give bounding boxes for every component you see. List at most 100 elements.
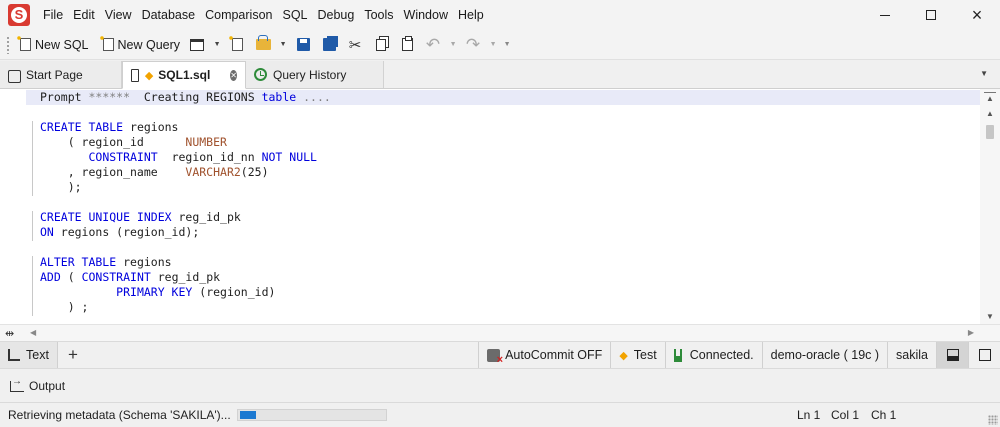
scroll-right-icon[interactable]: ▶ bbox=[968, 328, 974, 337]
schema-label: sakila bbox=[896, 348, 928, 362]
undo-dropdown[interactable]: ▼ bbox=[446, 33, 460, 57]
connection-status[interactable]: Connected. bbox=[664, 342, 762, 368]
code-token: reg_id_pk bbox=[171, 210, 241, 224]
close-tab-icon[interactable]: ✕ bbox=[230, 69, 237, 81]
code-line[interactable]: PRIMARY KEY (region_id) bbox=[40, 285, 331, 300]
code-token: table bbox=[261, 90, 297, 104]
code-token: NOT NULL bbox=[261, 150, 317, 164]
code-token: regions (region_id); bbox=[53, 225, 200, 239]
text-view-tab[interactable]: Text bbox=[0, 342, 58, 368]
menu-item-window[interactable]: Window bbox=[399, 0, 453, 30]
close-button[interactable]: × bbox=[954, 0, 1000, 30]
autocommit-label: AutoCommit OFF bbox=[505, 348, 603, 362]
code-line[interactable]: ON regions (region_id); bbox=[40, 225, 331, 240]
new-sql-icon bbox=[16, 35, 31, 51]
horizontal-scrollbar[interactable]: ⇹ ◀ ▶ bbox=[0, 324, 1000, 341]
code-line[interactable]: CREATE TABLE regions bbox=[40, 120, 331, 135]
modified-marker-icon: ◆ bbox=[144, 69, 154, 82]
new-query-button[interactable]: New Query bbox=[98, 33, 185, 57]
minimize-button[interactable] bbox=[862, 0, 908, 30]
new-document-button[interactable] bbox=[224, 33, 250, 57]
code-line[interactable]: ); bbox=[40, 180, 331, 195]
editor-status-right: AutoCommit OFF ◆ Test Connected. demo-or… bbox=[478, 342, 1000, 368]
open-button[interactable] bbox=[250, 33, 276, 57]
tabs-dropdown-icon[interactable]: ▼ bbox=[980, 69, 988, 78]
menu-item-view[interactable]: View bbox=[100, 0, 137, 30]
menu-item-help[interactable]: Help bbox=[453, 0, 489, 30]
schema-selector[interactable]: sakila bbox=[887, 342, 936, 368]
code-line[interactable]: ( region_id NUMBER bbox=[40, 135, 331, 150]
output-button[interactable]: Output bbox=[10, 376, 65, 393]
resize-grip[interactable] bbox=[988, 415, 998, 425]
progress-fill bbox=[239, 411, 256, 419]
new-sql-button[interactable]: New SQL bbox=[16, 33, 93, 57]
code-token: CREATE TABLE bbox=[40, 120, 124, 134]
scroll-thumb[interactable] bbox=[986, 125, 994, 139]
panel-bottom-button[interactable] bbox=[936, 342, 968, 368]
code-line[interactable]: Prompt ****** Creating REGIONS table ...… bbox=[40, 90, 331, 105]
maximize-button[interactable] bbox=[908, 0, 954, 30]
menu-item-database[interactable]: Database bbox=[137, 0, 201, 30]
code-token: NUMBER bbox=[185, 135, 227, 149]
code-text[interactable]: Prompt ****** Creating REGIONS table ...… bbox=[40, 90, 331, 315]
fold-guide bbox=[32, 256, 33, 316]
redo-button[interactable]: ↷ bbox=[460, 33, 486, 57]
toolbar-overflow-dropdown[interactable]: ▼ bbox=[500, 33, 514, 57]
scroll-down-icon[interactable]: ▼ bbox=[986, 312, 994, 321]
code-line[interactable] bbox=[40, 105, 331, 120]
menu-item-sql[interactable]: SQL bbox=[277, 0, 312, 30]
panel-full-button[interactable] bbox=[968, 342, 1000, 368]
save-button[interactable] bbox=[290, 33, 316, 57]
paste-icon bbox=[401, 36, 413, 51]
cut-button[interactable]: ✂ bbox=[342, 33, 368, 57]
new-window-button[interactable] bbox=[184, 33, 210, 57]
new-window-dropdown[interactable]: ▼ bbox=[210, 33, 224, 57]
code-line[interactable]: ALTER TABLE regions bbox=[40, 255, 331, 270]
copy-button[interactable] bbox=[368, 33, 394, 57]
vertical-scrollbar[interactable]: ▲ ▲ ▼ bbox=[980, 89, 1000, 324]
tab-query-history[interactable]: Query History bbox=[246, 61, 384, 88]
code-line[interactable]: ADD ( CONSTRAINT reg_id_pk bbox=[40, 270, 331, 285]
code-line[interactable]: CONSTRAINT region_id_nn NOT NULL bbox=[40, 150, 331, 165]
menu-item-comparison[interactable]: Comparison bbox=[200, 0, 277, 30]
code-line[interactable]: CREATE UNIQUE INDEX reg_id_pk bbox=[40, 210, 331, 225]
code-line[interactable]: , region_name VARCHAR2(25) bbox=[40, 165, 331, 180]
code-token: (region_id) bbox=[192, 285, 276, 299]
code-token: VARCHAR2 bbox=[185, 165, 241, 179]
output-bar: Output bbox=[0, 368, 1000, 402]
add-view-button[interactable]: + bbox=[58, 345, 88, 365]
app-logo-icon[interactable]: S bbox=[8, 4, 30, 26]
paste-button[interactable] bbox=[394, 33, 420, 57]
redo-dropdown[interactable]: ▼ bbox=[486, 33, 500, 57]
tab-start-page[interactable]: Start Page bbox=[0, 61, 122, 88]
tab-sql1[interactable]: ◆ SQL1.sql ✕ bbox=[122, 61, 246, 89]
sql-editor[interactable]: Prompt ****** Creating REGIONS table ...… bbox=[0, 89, 1000, 324]
environment-selector[interactable]: ◆ Test bbox=[610, 342, 664, 368]
connection-selector[interactable]: demo-oracle ( 19c ) bbox=[761, 342, 887, 368]
code-line[interactable] bbox=[40, 240, 331, 255]
environment-icon: ◆ bbox=[619, 349, 628, 362]
code-token: (25) bbox=[240, 165, 269, 179]
code-token: ALTER TABLE bbox=[40, 255, 117, 269]
toolbar-grip[interactable] bbox=[6, 35, 10, 54]
scroll-up-icon-2[interactable]: ▲ bbox=[986, 109, 994, 118]
menu-item-tools[interactable]: Tools bbox=[359, 0, 398, 30]
column-indicator: Col 1 bbox=[831, 408, 860, 422]
scroll-up-icon[interactable]: ▲ bbox=[986, 94, 994, 103]
undo-button[interactable]: ↶ bbox=[420, 33, 446, 57]
fold-guide bbox=[32, 211, 33, 241]
menu-bar: S File Edit View Database Comparison SQL Debug… bbox=[0, 0, 1000, 30]
open-dropdown[interactable]: ▼ bbox=[276, 33, 290, 57]
save-all-button[interactable] bbox=[316, 33, 342, 57]
split-view-icon[interactable]: ⇹ bbox=[5, 327, 14, 340]
code-line[interactable]: ) ; bbox=[40, 300, 331, 315]
connection-state-label: Connected. bbox=[689, 348, 754, 362]
menu-item-debug[interactable]: Debug bbox=[313, 0, 360, 30]
scroll-left-icon[interactable]: ◀ bbox=[30, 328, 36, 337]
code-line[interactable] bbox=[40, 195, 331, 210]
menu-item-file[interactable]: File bbox=[38, 0, 68, 30]
save-icon bbox=[296, 38, 310, 51]
menu-item-edit[interactable]: Edit bbox=[68, 0, 100, 30]
autocommit-toggle[interactable]: AutoCommit OFF bbox=[478, 342, 610, 368]
scroll-top-marker bbox=[984, 92, 996, 93]
